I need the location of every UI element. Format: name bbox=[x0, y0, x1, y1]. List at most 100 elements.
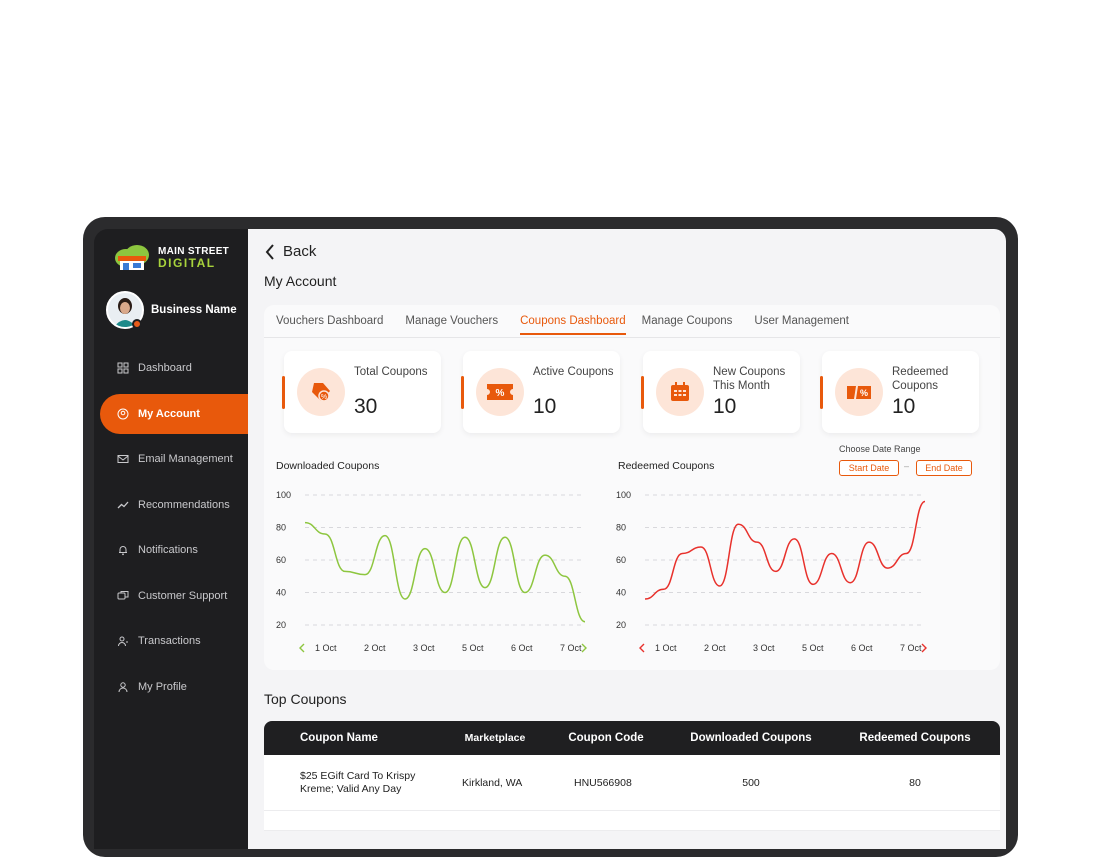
sidebar-item-notifications[interactable]: Notifications bbox=[100, 528, 248, 574]
chat-icon bbox=[117, 590, 129, 600]
sidebar-item-label: My Account bbox=[138, 407, 200, 420]
tab-manage-coupons[interactable]: Manage Coupons bbox=[642, 315, 733, 335]
tab-vouchers-dashboard[interactable]: Vouchers Dashboard bbox=[276, 315, 383, 335]
table-row[interactable] bbox=[264, 811, 1000, 831]
sidebar-item-label: Notifications bbox=[138, 544, 198, 557]
series-line bbox=[644, 500, 926, 600]
stat-label: Active Coupons bbox=[533, 366, 614, 378]
stat-label: New Coupons This Month bbox=[713, 366, 786, 392]
brand-logo[interactable]: MAIN STREET DIGITAL bbox=[112, 244, 229, 272]
stat-card-new-coupons: New Coupons This Month 10 bbox=[641, 351, 800, 433]
end-date-button[interactable]: End Date bbox=[916, 460, 972, 476]
person-icon bbox=[118, 682, 128, 692]
svg-text:%: % bbox=[321, 394, 327, 401]
start-date-button[interactable]: Start Date bbox=[839, 460, 899, 476]
stat-label: Total Coupons bbox=[354, 366, 428, 378]
stat-value: 30 bbox=[354, 395, 378, 418]
x-tick-label: 2 Oct bbox=[704, 643, 726, 653]
sidebar-item-email-management[interactable]: Email Management bbox=[100, 437, 248, 483]
y-tick-label: 60 bbox=[616, 555, 626, 565]
column-header[interactable]: Downloaded Coupons bbox=[676, 721, 826, 755]
stat-value: 10 bbox=[533, 395, 557, 418]
downloaded-cell: 500 bbox=[742, 776, 760, 789]
chart-title: Redeemed Coupons bbox=[618, 460, 715, 472]
coupon-tag-icon: % bbox=[297, 368, 345, 416]
sidebar-item-transactions[interactable]: Transactions bbox=[100, 619, 248, 665]
column-header[interactable]: Marketplace bbox=[454, 721, 536, 755]
coupon-name-cell: $25 EGift Card To Krispy Kreme; Valid An… bbox=[300, 769, 416, 795]
page-title: My Account bbox=[264, 273, 337, 289]
sidebar-item-label: Recommendations bbox=[138, 498, 230, 511]
stat-label: Redeemed Coupons bbox=[892, 366, 949, 392]
sidebar-item-dashboard[interactable]: Dashboard bbox=[100, 345, 248, 391]
x-tick-label: 7 Oct bbox=[560, 643, 582, 653]
y-tick-label: 20 bbox=[276, 620, 286, 630]
x-tick-label: 5 Oct bbox=[802, 643, 824, 653]
people-icon bbox=[118, 636, 128, 647]
y-tick-label: 40 bbox=[616, 588, 626, 598]
series-line bbox=[304, 521, 586, 623]
redeem-ticket-icon: % bbox=[835, 368, 883, 416]
top-coupons-table: Coupon Name Marketplace Coupon Code Down… bbox=[264, 721, 1000, 831]
table-row[interactable]: $25 EGift Card To Krispy Kreme; Valid An… bbox=[264, 755, 1000, 811]
stat-card-total-coupons: % Total Coupons 30 bbox=[282, 351, 441, 433]
y-tick-label: 80 bbox=[616, 523, 626, 533]
grid-icon bbox=[117, 362, 129, 374]
top-coupons-title: Top Coupons bbox=[264, 691, 347, 707]
chevron-left-icon[interactable] bbox=[299, 643, 305, 653]
card-accent-bar bbox=[282, 376, 285, 409]
tab-divider bbox=[264, 337, 1000, 338]
sidebar-item-my-profile[interactable]: My Profile bbox=[100, 664, 248, 710]
card-accent-bar bbox=[820, 376, 823, 409]
sidebar-nav: Dashboard My Account Email Management Re… bbox=[100, 345, 248, 710]
profile[interactable]: Business Name bbox=[106, 291, 237, 329]
marketplace-cell: Kirkland, WA bbox=[462, 776, 523, 789]
column-header[interactable]: Coupon Code bbox=[556, 721, 656, 755]
back-button[interactable]: Back bbox=[265, 243, 316, 260]
card-accent-bar bbox=[461, 376, 464, 409]
storefront-cloud-icon bbox=[115, 245, 149, 270]
sidebar-item-my-account[interactable]: My Account bbox=[100, 393, 248, 434]
redeemed-coupons-chart: 100 80 60 40 20 1 Oct 2 Oct 3 Oct 5 Oct 6 Oct 7 Oc… bbox=[616, 490, 927, 653]
y-tick-label: 60 bbox=[276, 555, 286, 565]
chevron-left-icon bbox=[265, 243, 274, 260]
edit-badge-icon[interactable] bbox=[132, 319, 142, 329]
chevron-right-icon[interactable] bbox=[921, 643, 927, 653]
downloaded-coupons-chart: 100 80 60 40 20 1 Oct 2 Oct 3 Oct 5 Oct 6 Oct 7 Oc… bbox=[276, 490, 587, 653]
x-tick-label: 5 Oct bbox=[462, 643, 484, 653]
stat-value: 10 bbox=[713, 395, 737, 418]
stat-value: 10 bbox=[892, 395, 916, 418]
x-tick-label: 3 Oct bbox=[753, 643, 775, 653]
chevron-right-icon[interactable] bbox=[581, 643, 587, 653]
mail-icon bbox=[117, 455, 129, 464]
x-tick-label: 6 Oct bbox=[851, 643, 873, 653]
chevron-left-icon[interactable] bbox=[639, 643, 645, 653]
x-tick-label: 1 Oct bbox=[655, 643, 677, 653]
tab-manage-vouchers[interactable]: Manage Vouchers bbox=[405, 315, 498, 335]
column-header[interactable]: Redeemed Coupons bbox=[844, 721, 986, 755]
ticket-percent-icon: % bbox=[476, 368, 524, 416]
y-tick-label: 80 bbox=[276, 523, 286, 533]
sidebar-item-customer-support[interactable]: Customer Support bbox=[100, 573, 248, 619]
date-separator: – bbox=[904, 461, 910, 471]
back-label: Back bbox=[283, 243, 317, 260]
card-accent-bar bbox=[641, 376, 644, 409]
x-tick-label: 3 Oct bbox=[413, 643, 435, 653]
x-tick-label: 1 Oct bbox=[315, 643, 337, 653]
x-tick-label: 7 Oct bbox=[900, 643, 922, 653]
tab-coupons-dashboard[interactable]: Coupons Dashboard bbox=[520, 315, 626, 335]
sidebar-item-label: Customer Support bbox=[138, 589, 228, 602]
svg-text:%: % bbox=[496, 388, 505, 399]
tab-user-management[interactable]: User Management bbox=[754, 315, 849, 335]
sidebar-item-recommendations[interactable]: Recommendations bbox=[100, 482, 248, 528]
y-tick-label: 20 bbox=[616, 620, 626, 630]
trend-icon bbox=[117, 501, 129, 509]
brand-line2: DIGITAL bbox=[158, 256, 216, 270]
stat-card-active-coupons: % Active Coupons 10 bbox=[461, 351, 620, 433]
stat-card-redeemed-coupons: % Redeemed Coupons 10 bbox=[820, 351, 979, 433]
column-header[interactable]: Coupon Name bbox=[300, 721, 440, 755]
business-name: Business Name bbox=[151, 304, 237, 316]
y-tick-label: 100 bbox=[276, 490, 291, 500]
redeemed-cell: 80 bbox=[909, 776, 921, 789]
table-header: Coupon Name Marketplace Coupon Code Down… bbox=[264, 721, 1000, 755]
